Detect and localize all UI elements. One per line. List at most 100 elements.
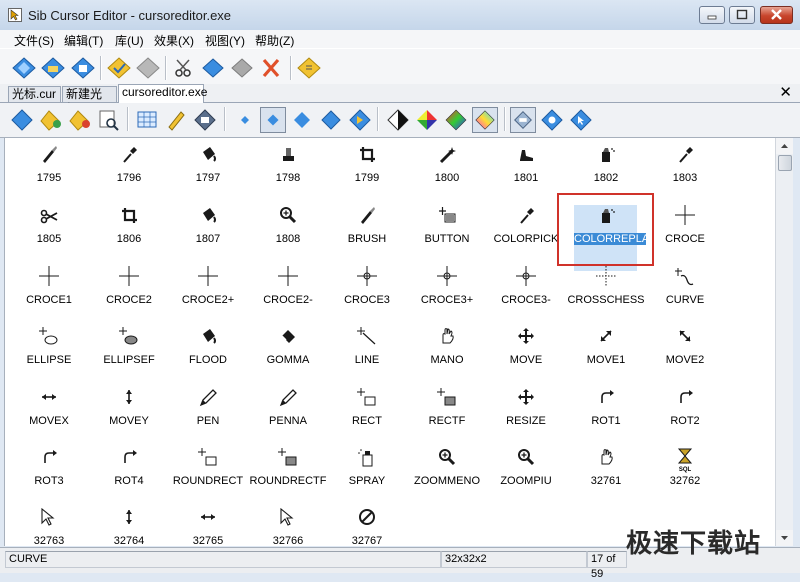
menu-edit[interactable]: 编辑(T): [64, 32, 103, 49]
vertical-scrollbar[interactable]: [775, 138, 793, 546]
close-window-button[interactable]: [760, 6, 793, 24]
test-icon[interactable]: [568, 107, 594, 133]
cursor-item[interactable]: ROT3: [9, 443, 89, 503]
cursor-item[interactable]: MOVE: [486, 322, 566, 382]
cursor-item[interactable]: MOVEX: [9, 383, 89, 443]
cursor-item[interactable]: 1808: [248, 201, 328, 261]
cursor-item[interactable]: FLOOD: [168, 322, 248, 382]
open-icon[interactable]: [40, 56, 66, 80]
cursor-item[interactable]: ROT4: [89, 443, 169, 503]
xp-icon[interactable]: [510, 107, 536, 133]
medium-icon[interactable]: [260, 107, 286, 133]
cursor-item[interactable]: BUTTON: [407, 201, 487, 261]
add-icon[interactable]: [38, 107, 64, 133]
cursor-item[interactable]: MOVE1: [566, 322, 646, 382]
cursor-item[interactable]: 1800: [407, 140, 487, 200]
copy-icon[interactable]: [200, 56, 226, 80]
scroll-down-button[interactable]: [776, 530, 793, 546]
paste-icon[interactable]: [135, 56, 161, 80]
cursor-item[interactable]: ROUNDRECTF: [248, 443, 328, 503]
xlarge-icon[interactable]: [318, 107, 344, 133]
cursor-item[interactable]: ZOOMMENO: [407, 443, 487, 503]
small-icon[interactable]: [232, 107, 258, 133]
scroll-up-button[interactable]: [776, 138, 793, 154]
clear-icon[interactable]: [229, 56, 255, 80]
cursor-item[interactable]: 32767: [327, 503, 407, 546]
remove-icon[interactable]: [67, 107, 93, 133]
cursor-item[interactable]: MOVEY: [89, 383, 169, 443]
cursor-item[interactable]: CROCE3+: [407, 262, 487, 322]
cursor-item[interactable]: ROT2: [645, 383, 725, 443]
close-x-icon[interactable]: [258, 56, 284, 80]
cursor-item[interactable]: 1796: [89, 140, 169, 200]
cursor-item[interactable]: PEN: [168, 383, 248, 443]
cursor-item[interactable]: 1795: [9, 140, 89, 200]
tab-cursor-cur[interactable]: 光标.cur: [8, 86, 61, 102]
minimize-button[interactable]: [699, 6, 725, 24]
search-icon[interactable]: [96, 107, 122, 133]
cursor-item[interactable]: MOVE2: [645, 322, 725, 382]
cursor-item[interactable]: RESIZE: [486, 383, 566, 443]
pen-icon[interactable]: [163, 107, 189, 133]
cursor-item[interactable]: CURVE: [645, 262, 725, 322]
cursor-item[interactable]: 1797: [168, 140, 248, 200]
cursor-item[interactable]: CROCE: [645, 201, 725, 261]
resize-icon[interactable]: [192, 107, 218, 133]
save-icon[interactable]: [70, 56, 96, 80]
tab-cursoreditor-exe[interactable]: cursoreditor.exe: [118, 84, 207, 103]
maximize-button[interactable]: [729, 6, 755, 24]
cursor-item[interactable]: 32765: [168, 503, 248, 546]
menu-effects[interactable]: 效果(X): [154, 32, 194, 49]
cursor-item[interactable]: BRUSH: [327, 201, 407, 261]
cursor-item[interactable]: MANO: [407, 322, 487, 382]
truecolor-icon[interactable]: [472, 107, 498, 133]
cursor-item[interactable]: CROSSCHESS: [566, 262, 646, 322]
cursor-item[interactable]: 32766: [248, 503, 328, 546]
anim-icon[interactable]: [347, 107, 373, 133]
cursor-item[interactable]: 1799: [327, 140, 407, 200]
cut-icon[interactable]: [171, 56, 197, 80]
cursor-item[interactable]: CROCE2+: [168, 262, 248, 322]
cursor-item[interactable]: ZOOMPIU: [486, 443, 566, 503]
menu-help[interactable]: 帮助(Z): [255, 32, 294, 49]
cursor-item[interactable]: 1801: [486, 140, 566, 200]
cursor-item[interactable]: CROCE3: [327, 262, 407, 322]
cursor-item[interactable]: 1806: [89, 201, 169, 261]
color-icon[interactable]: [414, 107, 440, 133]
cursor-item[interactable]: CROCE3-: [486, 262, 566, 322]
preview-icon[interactable]: [539, 107, 565, 133]
save-all-icon[interactable]: [106, 56, 132, 80]
grid-icon[interactable]: [134, 107, 160, 133]
cursor-item[interactable]: PENNA: [248, 383, 328, 443]
close-tab-button[interactable]: ✕: [779, 85, 792, 100]
cursor-item[interactable]: 1802: [566, 140, 646, 200]
mono-icon[interactable]: [385, 107, 411, 133]
cursor-item[interactable]: ELLIPSEF: [89, 322, 169, 382]
cursor-item[interactable]: 1803: [645, 140, 725, 200]
properties-icon[interactable]: [296, 56, 322, 80]
cursor-item[interactable]: SPRAY: [327, 443, 407, 503]
cursor-item[interactable]: COLORPICK: [486, 201, 566, 261]
new-icon[interactable]: [11, 56, 37, 80]
menu-view[interactable]: 视图(Y): [205, 32, 245, 49]
cursor-item[interactable]: ROUNDRECT: [168, 443, 248, 503]
cursor-item[interactable]: 1798: [248, 140, 328, 200]
cursor-item[interactable]: 32763: [9, 503, 89, 546]
tab-new-cursor[interactable]: 新建光标: [62, 86, 117, 116]
menu-file[interactable]: 文件(S): [14, 32, 54, 49]
cursor-item[interactable]: 32761: [566, 443, 646, 503]
cursor-item[interactable]: 1805: [9, 201, 89, 261]
cursor-item[interactable]: LINE: [327, 322, 407, 382]
cursor-grid[interactable]: 1795 1796 1797 1798 1799 1800 1801 1802 1803 1805…: [4, 138, 775, 546]
cursor-item[interactable]: 32764: [89, 503, 169, 546]
cursor-item[interactable]: SQL 32762: [645, 443, 725, 503]
cursor-item[interactable]: ROT1: [566, 383, 646, 443]
cursor-item[interactable]: CROCE2: [89, 262, 169, 322]
cursor-item[interactable]: RECTF: [407, 383, 487, 443]
scroll-thumb[interactable]: [778, 155, 792, 171]
cursor-item[interactable]: 1807: [168, 201, 248, 261]
palette-icon[interactable]: [443, 107, 469, 133]
menu-library[interactable]: 库(U): [115, 32, 144, 49]
cursor-item[interactable]: CROCE1: [9, 262, 89, 322]
cursor-item[interactable]: GOMMA: [248, 322, 328, 382]
